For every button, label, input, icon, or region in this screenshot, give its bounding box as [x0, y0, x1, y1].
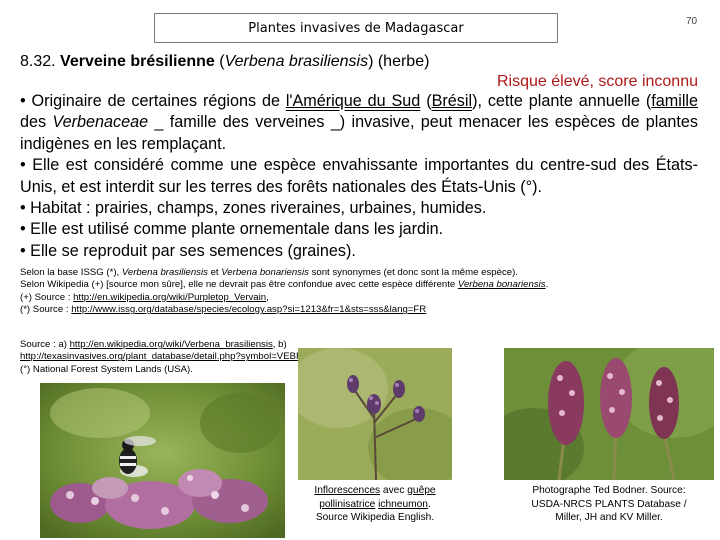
note-source-plus: (+) Source : http://en.wikipedia.org/wik…: [20, 291, 269, 303]
link-family[interactable]: famille: [651, 92, 698, 110]
link-pollinator[interactable]: pollinisatrice: [319, 499, 375, 510]
header-title-box: Plantes invasives de Madagascar: [154, 13, 558, 43]
note-wikipedia: Selon Wikipedia (+) [source mon sûre], e…: [20, 279, 549, 291]
page-number: 70: [686, 16, 698, 27]
bullet-invasive-usa: • Elle est considéré comme une espèce en…: [20, 156, 698, 196]
note-synonyms: Selon la base ISSG (*), Verbena brasilie…: [20, 267, 518, 278]
caption-photographer: Photographe Ted Bodner. Source: USDA-NRC…: [531, 485, 687, 524]
section-title: 8.32. Verveine brésilienne (Verbena bras…: [20, 53, 430, 70]
link-wikipedia-verbena[interactable]: http://en.wikipedia.org/wiki/Verbena_bra…: [70, 339, 273, 350]
photo-flowers-wasp: [40, 383, 285, 538]
link-inflorescences[interactable]: Inflorescences: [314, 485, 380, 496]
note-source-star: (*) Source : http://www.issg.org/databas…: [20, 304, 427, 316]
bullet-origin: • Originaire de certaines régions de l'A…: [20, 92, 699, 153]
link-wasp[interactable]: guêpe: [407, 485, 435, 496]
link-texasinvasives[interactable]: http://texasinvasives.org/plant_database…: [20, 351, 308, 362]
common-name: Verveine brésilienne: [60, 53, 215, 70]
link-ichneumon[interactable]: ichneumon: [378, 499, 428, 510]
main-content: 8.32. Verveine brésilienne (Verbena bras…: [20, 52, 698, 262]
photo-flower-spikes: [504, 348, 714, 480]
header-title: Plantes invasives de Madagascar: [248, 20, 464, 36]
bullet-habitat: • Habitat : prairies, champs, zones rive…: [20, 199, 487, 218]
link-issg[interactable]: http://www.issg.org/database/species/eco…: [71, 304, 426, 315]
link-brazil[interactable]: Brésil: [432, 92, 472, 110]
plant-type: herbe: [383, 53, 425, 70]
bullet-ornamental: • Elle est utilisé comme plante ornement…: [20, 220, 444, 239]
scientific-name: Verbena brasiliensis: [224, 53, 369, 70]
link-south-america[interactable]: l'Amérique du Sud: [286, 92, 421, 110]
risk-level: Risque élevé, score inconnu: [496, 73, 698, 90]
link-purpletop-vervain[interactable]: http://en.wikipedia.org/wiki/Purpletop_V…: [73, 292, 266, 303]
bullet-list: • Originaire de certaines régions de l'A…: [20, 91, 698, 262]
flower-spikes-image: [504, 348, 714, 480]
caption-inflorescences: Inflorescences avec guêpe pollinisatrice…: [314, 485, 436, 524]
photo-inflorescences: [298, 348, 452, 480]
inflorescences-image: [298, 348, 452, 480]
notes-block: Selon la base ISSG (*), Verbena brasilie…: [20, 267, 700, 317]
bullet-reproduction: • Elle se reproduit par ses semences (gr…: [20, 241, 356, 260]
flowers-wasp-image: [40, 383, 285, 538]
family-name: Verbenaceae: [52, 113, 149, 132]
link-verbena-bonariensis[interactable]: Verbena bonariensis: [458, 279, 546, 290]
